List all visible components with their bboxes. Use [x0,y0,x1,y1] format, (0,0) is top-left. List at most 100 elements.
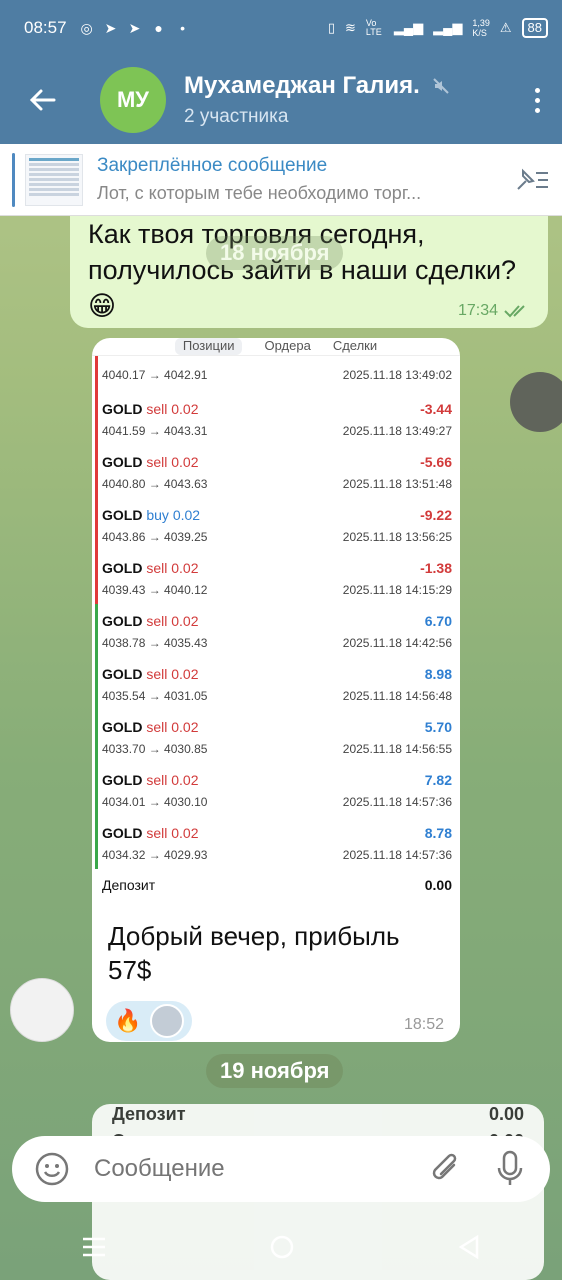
back-arrow-icon [29,89,56,111]
trade-prices: 4043.86 → 4039.25 [102,530,208,544]
chat-header: МУ Мухамеджан Галия. 2 участника [0,56,562,144]
network-speed: 1,39 [472,18,490,28]
reactor-avatar [150,1004,184,1038]
trade-symbol: GOLD [102,401,143,417]
back-nav-icon[interactable] [457,1234,481,1260]
voice-button[interactable] [488,1147,532,1191]
trade-row: GOLD sell 0.02 6.70 4038.78 → 4035.43 2025.… [92,604,460,657]
trade-row: GOLD buy 0.02 -9.22 4043.86 → 4039.25 2025.… [92,498,460,551]
alert-icon: ⚠ [499,20,512,35]
trade-datetime: 2025.11.18 14:57:36 [342,795,452,809]
more-menu-button[interactable] [512,87,562,113]
trade-profit: -1.38 [420,560,452,576]
fire-reaction[interactable]: 🔥 [110,1008,146,1034]
pin-list-button[interactable] [502,167,562,193]
recents-icon[interactable] [81,1236,107,1258]
pinned-preview: Лот, с которым тебе необходимо торг... [97,183,422,203]
trade-profit: -3.44 [420,401,452,417]
system-nav-bar [0,1214,562,1280]
trade-volume: 0.02 [171,825,199,841]
wifi-icon: ≋ [345,20,356,35]
network-unit: K/S [472,28,487,38]
trade-volume: 0.02 [171,772,199,788]
pinned-thumbnail [25,153,83,206]
trade-symbol: GOLD [102,825,143,841]
screenshot-tabs: Позиции Ордера Сделки [92,338,460,356]
message-input[interactable] [94,1155,424,1183]
read-checkmarks-icon [504,305,525,318]
trade-prices: 4034.01 → 4030.10 [102,795,208,809]
trade-symbol: GOLD [102,613,143,629]
outgoing-message[interactable]: Как твоя торговля сегодня, получилось за… [70,216,548,328]
trade-datetime: 2025.11.18 14:56:48 [342,689,452,703]
trade-symbol: GOLD [102,454,143,470]
status-time: 08:57 [24,18,67,37]
trade-symbol: GOLD [102,560,143,576]
trade-profit: 8.78 [424,825,452,841]
chat-title: Мухамеджан Галия. [184,72,420,99]
trade-prices: 4039.43 → 4040.12 [102,583,208,597]
trade-side: sell [146,772,168,788]
trade-datetime: 2025.11.18 13:51:48 [342,477,452,491]
battery-indicator: 88 [521,18,548,38]
pinned-bar [12,152,15,207]
date-overlay: 18 ноября [206,236,344,270]
trade-prices: 4034.32 → 4029.93 [102,848,208,862]
trade-prices: 4035.54 → 4031.05 [102,689,208,703]
trade-side: sell [146,454,168,470]
trade-symbol: GOLD [102,507,143,523]
trade-volume: 0.02 [171,613,199,629]
incoming-time: 18:52 [403,1016,444,1033]
sender-avatar[interactable] [10,978,74,1042]
incoming-message[interactable]: Позиции Ордера Сделки 4040.17 → 4042.91 … [92,338,460,1042]
trade-row: GOLD sell 0.02 7.82 4034.01 → 4030.10 2025.… [92,763,460,816]
trade-side: sell [146,560,168,576]
pin-list-icon [517,168,548,190]
chat-info[interactable]: Мухамеджан Галия. 2 участника [184,72,512,128]
deposit-row: Депозит 0.00 [92,869,460,893]
trade-row: GOLD sell 0.02 5.70 4033.70 → 4030.85 2025.… [92,710,460,763]
trade-side: sell [146,613,168,629]
tab-deals: Сделки [332,338,378,353]
chat-icon: ● [154,20,163,36]
trade-profit: 7.82 [424,772,452,788]
trade-symbol: GOLD [102,719,143,735]
home-icon[interactable] [269,1234,295,1260]
status-bar: 08:57 ◎ ➤ ➤ ● • ▯ ≋ Vo LTE ▂▄▆ ▂▄▆ 1,39 … [0,0,562,56]
trade-symbol: GOLD [102,772,143,788]
trade-profit: 5.70 [424,719,452,735]
chat-avatar[interactable]: МУ [100,67,166,133]
volte-label: Vo LTE [365,18,382,37]
trade-volume: 0.02 [172,507,201,523]
trade-side: buy [146,507,169,523]
pinned-title: Закреплённое сообщение [97,155,328,176]
trade-row: GOLD sell 0.02 8.78 4034.32 → 4029.93 2025.… [92,816,460,869]
partial-row1-label: Депозит [112,1104,186,1124]
trade-datetime: 2025.11.18 14:42:56 [342,636,452,650]
trades-list: GOLD sell 0.02 -3.44 4041.59 → 4043.31 2025… [92,392,460,869]
tab-orders: Ордера [264,338,311,353]
trade-volume: 0.02 [171,560,199,576]
signal-icon-2: ▂▄▆ [433,20,463,35]
trade-datetime: 2025.11.18 14:15:29 [342,583,452,597]
date-pill: 19 ноября [206,1054,344,1088]
signal-icon: ▂▄▆ [393,20,424,35]
pinned-message[interactable]: Закреплённое сообщение Лот, с которым те… [0,144,562,216]
trade-side: sell [146,825,168,841]
attach-button[interactable] [424,1147,468,1191]
trade-side: sell [146,666,168,682]
trade-volume: 0.02 [171,719,199,735]
trade-row: GOLD sell 0.02 8.98 4035.54 → 4031.05 2025.… [92,657,460,710]
deposit-label: Депозит [102,877,156,893]
trade-profit: -9.22 [420,507,452,523]
trade-prices: 4040.17 → 4042.91 [102,368,208,382]
back-button[interactable] [0,56,84,144]
trade-volume: 0.02 [171,401,199,417]
microphone-icon [497,1150,523,1185]
notification-icon: ◎ [80,19,93,36]
emoji-button[interactable] [30,1147,74,1191]
camera-shutter-icon[interactable] [510,372,562,432]
reactions[interactable]: 🔥 [106,1001,192,1041]
trade-profit: 8.98 [424,666,452,682]
trade-volume: 0.02 [171,666,199,682]
